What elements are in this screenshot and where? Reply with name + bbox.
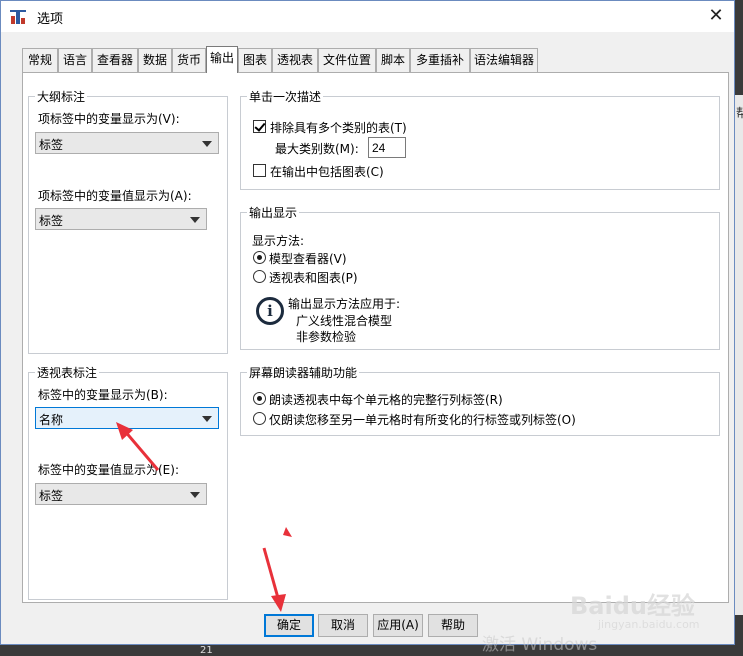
annotation-arrows [116,422,292,612]
windows-activation-watermark: 激活 Windows [482,635,598,655]
arrow-annotation-ok [262,547,286,612]
baidu-url-watermark: jingyan.baidu.com [598,618,700,631]
arrow-annotation-dropdown [116,422,160,471]
baidu-watermark: Baidu经验 [570,592,695,620]
arrow-fragment [283,527,292,537]
tab-output[interactable]: 输出 [206,46,238,73]
